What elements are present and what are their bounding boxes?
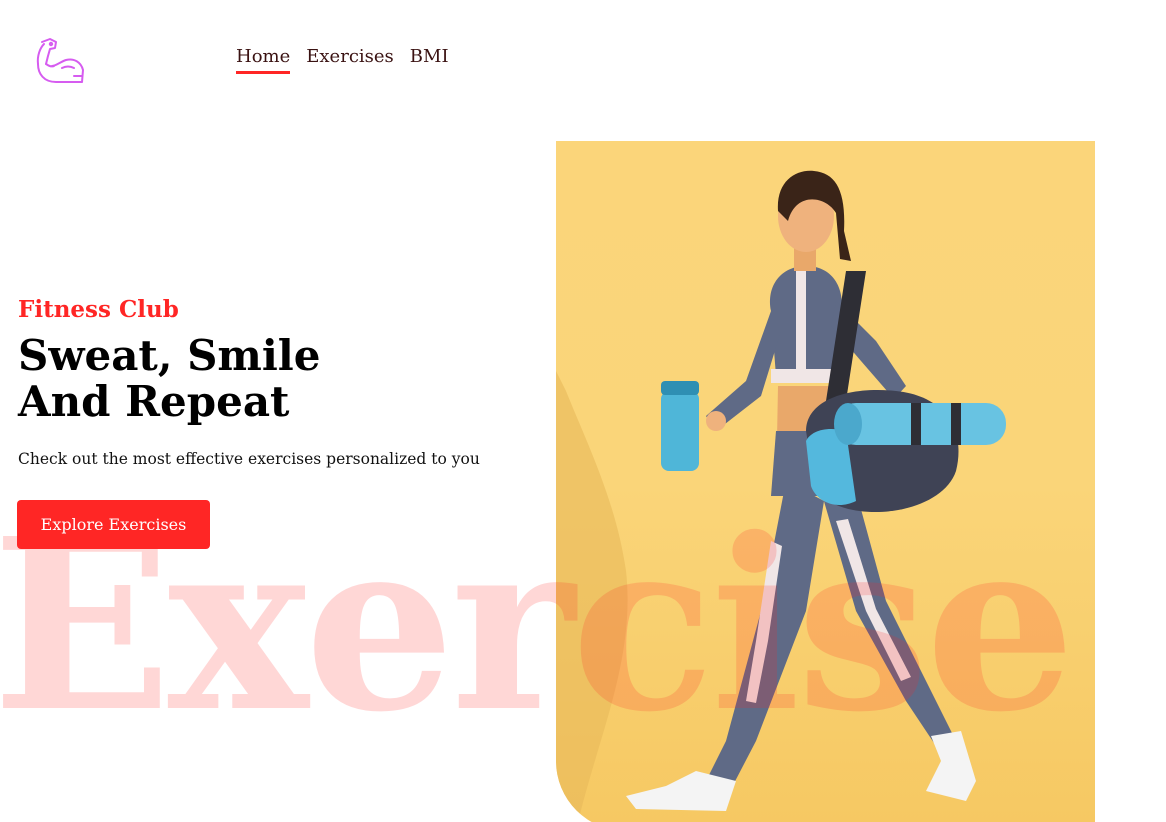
hero-title-line-1: Sweat, Smile xyxy=(18,331,321,380)
nav-link-home[interactable]: Home xyxy=(236,46,291,74)
nav-link-exercises[interactable]: Exercises xyxy=(306,46,394,74)
nav-link-bmi[interactable]: BMI xyxy=(410,46,449,74)
flexed-arm-icon[interactable] xyxy=(34,36,86,86)
nav-links: Home Exercises BMI xyxy=(236,46,449,74)
page: Home Exercises BMI Exercise Fitness Club… xyxy=(0,0,1166,822)
hero-title-line-2: And Repeat xyxy=(18,377,290,426)
hero-subtitle: Fitness Club xyxy=(18,296,179,323)
hero-title: Sweat, Smile And Repeat xyxy=(18,333,320,425)
hero-description: Check out the most effective exercises p… xyxy=(18,450,480,468)
navbar: Home Exercises BMI xyxy=(0,0,1166,120)
explore-exercises-button[interactable]: Explore Exercises xyxy=(17,500,210,549)
hero-banner-image xyxy=(556,141,1095,822)
